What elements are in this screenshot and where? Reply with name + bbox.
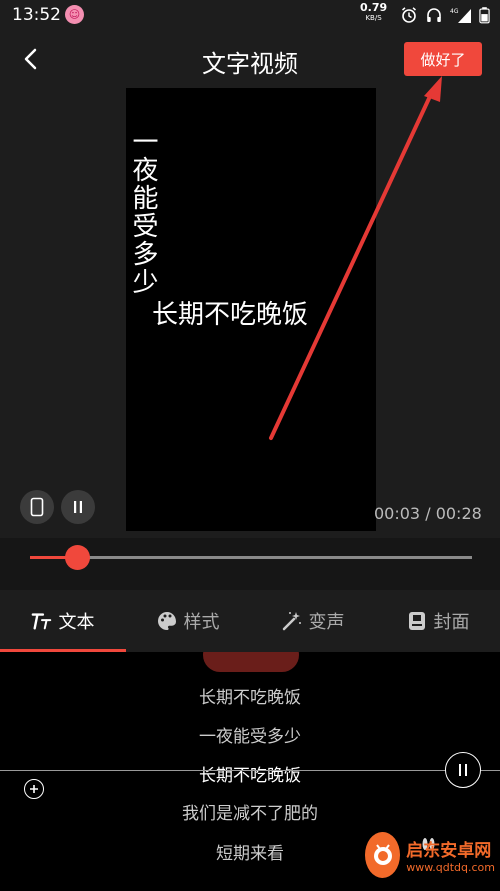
progress-slider[interactable] — [30, 545, 472, 570]
lyric-line[interactable]: 长期不吃晚饭 — [0, 683, 500, 708]
battery-icon — [479, 7, 490, 24]
time-display: 00:03 / 00:28 — [374, 504, 482, 523]
lyrics-panel[interactable]: 长期不吃晚饭 一夜能受多少 长期不吃晚饭 我们是减不了肥的 短期来看 启东安卓网… — [0, 652, 500, 891]
aspect-ratio-button[interactable] — [20, 490, 54, 524]
pause-icon — [74, 501, 82, 513]
phone-portrait-icon — [30, 497, 44, 517]
video-preview-area: 一夜能受多少 长期不吃晚饭 00:03 / 00:28 — [0, 88, 500, 570]
alarm-icon — [402, 7, 416, 23]
lyrics-pause-button[interactable] — [445, 752, 481, 788]
top-app-bar: 文字视频 做好了 — [0, 30, 500, 88]
watermark: 启东安卓网 www.qdtdq.com — [365, 824, 495, 886]
pause-icon — [459, 764, 467, 776]
done-button[interactable]: 做好了 — [404, 42, 482, 76]
watermark-url: www.qdtdq.com — [406, 861, 495, 874]
lyric-line[interactable]: 一夜能受多少 — [0, 722, 500, 747]
lyric-line[interactable]: 我们是减不了肥的 — [0, 799, 500, 824]
cover-icon — [408, 612, 425, 630]
play-pause-button[interactable] — [61, 490, 95, 524]
lyric-highlight-pill — [203, 652, 299, 672]
text-format-icon — [31, 613, 51, 630]
video-caption-vertical: 一夜能受多少 — [128, 128, 158, 296]
network-speed: 0.79 KB/S — [360, 1, 388, 22]
tab-label: 封面 — [433, 612, 470, 633]
lyric-line-current[interactable]: 长期不吃晚饭 — [0, 761, 500, 786]
tab-text[interactable]: 文本 — [0, 590, 125, 652]
editor-tab-bar: 文本 样式 变声 封面 — [0, 590, 500, 652]
magic-wand-icon — [282, 612, 301, 631]
app-avatar-icon: ☺ — [65, 5, 84, 24]
status-bar: 13:52 ☺ 0.79 KB/S 4G — [0, 0, 500, 30]
headphones-icon — [427, 8, 441, 22]
progress-thumb[interactable] — [65, 545, 91, 570]
tab-voice-change[interactable]: 变声 — [250, 590, 375, 652]
video-caption-main: 长期不吃晚饭 — [152, 300, 309, 330]
signal-icon: 4G — [450, 8, 471, 23]
palette-icon — [157, 612, 176, 630]
svg-text:4G: 4G — [450, 8, 459, 15]
status-time: 13:52 — [12, 5, 61, 25]
add-text-button[interactable] — [24, 779, 44, 799]
tab-label: 变声 — [308, 612, 345, 633]
tab-style[interactable]: 样式 — [125, 590, 250, 652]
video-preview[interactable]: 一夜能受多少 长期不吃晚饭 — [126, 88, 376, 531]
tab-label: 文本 — [58, 612, 95, 633]
watermark-name: 启东安卓网 — [406, 841, 492, 861]
tab-label: 样式 — [183, 612, 220, 633]
watermark-logo-icon — [365, 832, 401, 878]
tab-cover[interactable]: 封面 — [375, 590, 500, 652]
plus-icon — [30, 785, 38, 793]
current-line-guide — [0, 770, 500, 771]
